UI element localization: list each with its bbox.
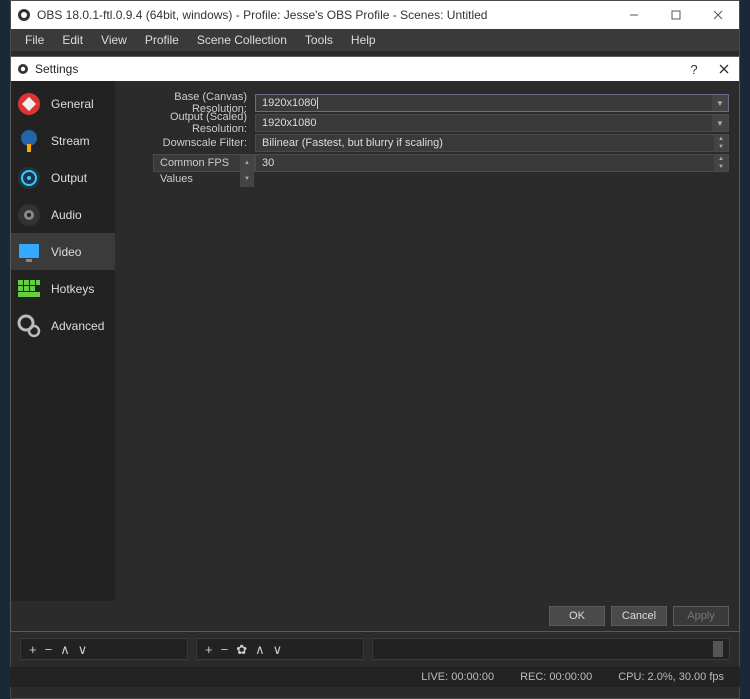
speaker-icon [15, 201, 43, 229]
sidebar-label: Output [51, 171, 87, 185]
settings-body: General Stream Output Audio [11, 81, 739, 601]
obs-logo-icon [17, 8, 31, 22]
sidebar-item-video[interactable]: Video [11, 233, 115, 270]
cancel-button[interactable]: Cancel [611, 606, 667, 626]
obs-logo-icon [17, 63, 29, 75]
sidebar-label: Hotkeys [51, 282, 94, 296]
settings-footer: OK Cancel Apply [11, 601, 739, 631]
scrollbar[interactable] [713, 641, 723, 657]
video-settings-form: Base (Canvas) Resolution: 1920x1080 ▼ Ou… [115, 81, 739, 601]
status-live: LIVE: 00:00:00 [421, 671, 494, 683]
main-title: OBS 18.0.1-ftl.0.9.4 (64bit, windows) - … [37, 8, 487, 22]
text-cursor [317, 97, 318, 109]
wrench-icon [15, 90, 43, 118]
output-resolution-value: 1920x1080 [262, 117, 316, 129]
fps-type-combo[interactable]: Common FPS Values ▲▼ [153, 154, 255, 172]
help-button[interactable]: ? [679, 57, 709, 81]
sidebar-label: Stream [51, 134, 90, 148]
settings-title: Settings [35, 62, 78, 76]
spinner-buttons[interactable]: ▲▼ [240, 155, 254, 171]
gear-icon[interactable]: ✿ [236, 643, 247, 656]
sidebar-item-advanced[interactable]: Advanced [11, 307, 115, 344]
move-up-icon[interactable]: ∧ [60, 643, 70, 656]
statusbar: LIVE: 00:00:00 REC: 00:00:00 CPU: 2.0%, … [10, 667, 740, 687]
menu-profile[interactable]: Profile [137, 30, 187, 50]
downscale-filter-combo[interactable]: Bilinear (Fastest, but blurry if scaling… [255, 134, 729, 152]
output-resolution-label: Output (Scaled) Resolution: [125, 111, 255, 135]
settings-sidebar: General Stream Output Audio [11, 81, 115, 601]
output-icon [15, 164, 43, 192]
base-resolution-combo[interactable]: 1920x1080 ▼ [255, 94, 729, 112]
maximize-button[interactable] [655, 1, 697, 29]
sources-toolbar: + − ✿ ∧ ∨ [196, 638, 364, 660]
status-rec: REC: 00:00:00 [520, 671, 592, 683]
sidebar-item-output[interactable]: Output [11, 159, 115, 196]
settings-dialog: Settings ? General Stream [10, 56, 740, 632]
spinner-buttons[interactable]: ▲▼ [714, 135, 728, 151]
remove-icon[interactable]: − [45, 643, 53, 656]
chevron-down-icon[interactable]: ▼ [712, 115, 728, 131]
apply-button[interactable]: Apply [673, 606, 729, 626]
menu-scene-collection[interactable]: Scene Collection [189, 30, 295, 50]
move-down-icon[interactable]: ∨ [78, 643, 88, 656]
menu-tools[interactable]: Tools [297, 30, 341, 50]
ok-button[interactable]: OK [549, 606, 605, 626]
menu-view[interactable]: View [93, 30, 135, 50]
close-button[interactable] [709, 57, 739, 81]
stream-icon [15, 127, 43, 155]
sidebar-item-stream[interactable]: Stream [11, 122, 115, 159]
fps-value: 30 [262, 157, 274, 169]
scene-source-toolbars: + − ∧ ∨ + − ✿ ∧ ∨ [10, 635, 740, 663]
add-icon[interactable]: + [29, 643, 37, 656]
status-cpu: CPU: 2.0%, 30.00 fps [618, 671, 724, 683]
sidebar-item-general[interactable]: General [11, 85, 115, 122]
move-down-icon[interactable]: ∨ [273, 643, 283, 656]
menu-edit[interactable]: Edit [54, 30, 91, 50]
remove-icon[interactable]: − [221, 643, 229, 656]
sidebar-label: Audio [51, 208, 82, 222]
settings-titlebar: Settings ? [11, 57, 739, 81]
sidebar-item-audio[interactable]: Audio [11, 196, 115, 233]
sidebar-item-hotkeys[interactable]: Hotkeys [11, 270, 115, 307]
downscale-filter-label: Downscale Filter: [125, 137, 255, 149]
mixer-panel [372, 638, 730, 660]
output-resolution-combo[interactable]: 1920x1080 ▼ [255, 114, 729, 132]
sidebar-label: General [51, 97, 94, 111]
minimize-button[interactable] [613, 1, 655, 29]
menubar: File Edit View Profile Scene Collection … [11, 29, 739, 51]
close-button[interactable] [697, 1, 739, 29]
base-resolution-value: 1920x1080 [262, 97, 316, 109]
gears-icon [15, 312, 43, 340]
menu-help[interactable]: Help [343, 30, 384, 50]
monitor-icon [15, 238, 43, 266]
fps-type-value: Common FPS Values [160, 157, 229, 185]
move-up-icon[interactable]: ∧ [255, 643, 265, 656]
chevron-down-icon[interactable]: ▼ [712, 95, 728, 111]
sidebar-label: Advanced [51, 319, 104, 333]
downscale-filter-value: Bilinear (Fastest, but blurry if scaling… [262, 137, 443, 149]
keyboard-icon [15, 275, 43, 303]
add-icon[interactable]: + [205, 643, 213, 656]
scenes-toolbar: + − ∧ ∨ [20, 638, 188, 660]
sidebar-label: Video [51, 245, 81, 259]
main-titlebar: OBS 18.0.1-ftl.0.9.4 (64bit, windows) - … [11, 1, 739, 29]
spinner-buttons[interactable]: ▲▼ [714, 155, 728, 171]
menu-file[interactable]: File [17, 30, 52, 50]
fps-value-combo[interactable]: 30 ▲▼ [255, 154, 729, 172]
